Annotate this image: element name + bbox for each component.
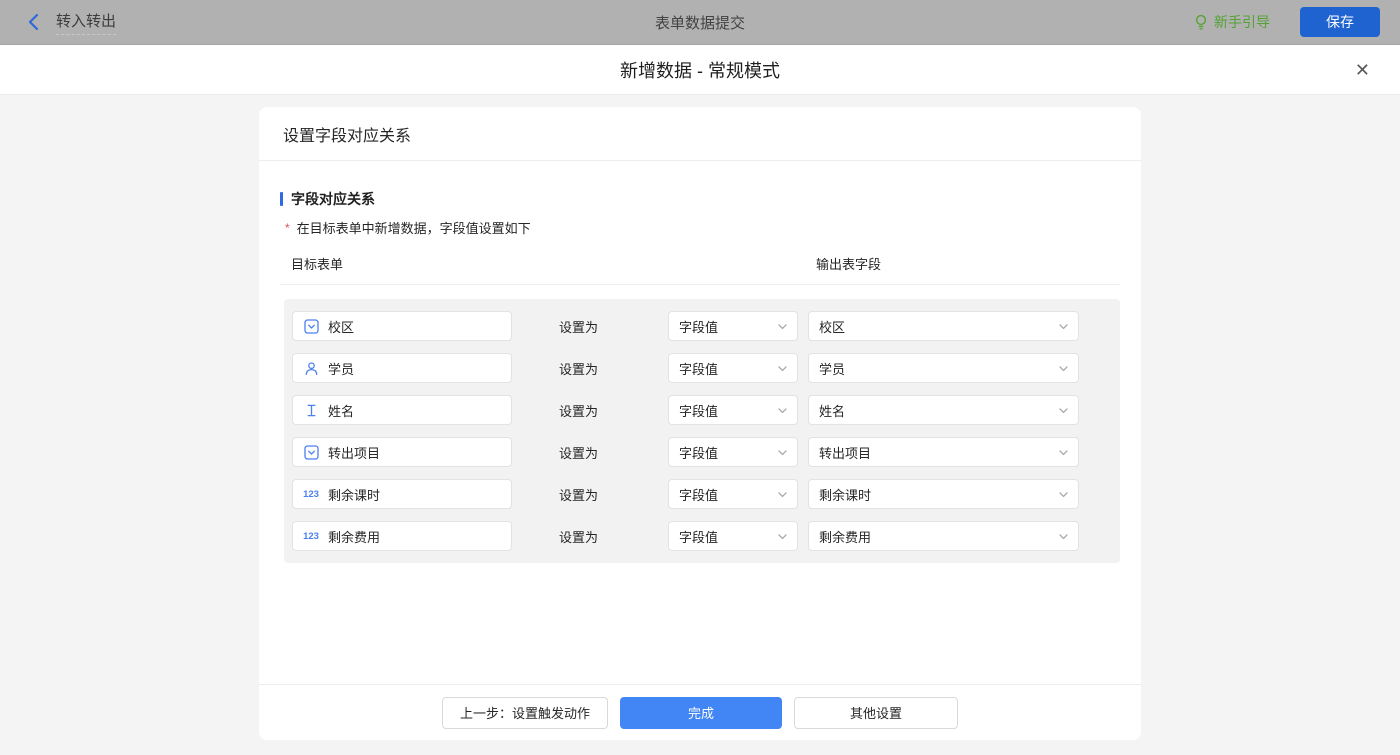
value-type-selected: 字段值 <box>679 443 718 462</box>
output-field-select[interactable]: 校区 <box>808 311 1079 341</box>
mapping-row: 123 学员 设置为 字段值 学员 <box>292 347 1112 389</box>
value-type-select[interactable]: 字段值 <box>668 395 798 425</box>
page-title: 表单数据提交 <box>655 0 745 45</box>
chevron-down-icon <box>1058 321 1069 332</box>
set-as-label: 设置为 <box>559 317 598 336</box>
output-field-selected: 剩余课时 <box>819 485 871 504</box>
card-footer: 上一步：设置触发动作 完成 其他设置 <box>259 684 1141 740</box>
output-field-selected: 姓名 <box>819 401 845 420</box>
beginner-guide-label: 新手引导 <box>1214 12 1270 32</box>
target-field-input[interactable]: 123 姓名 <box>292 395 512 425</box>
output-field-select[interactable]: 转出项目 <box>808 437 1079 467</box>
target-field-input[interactable]: 123 剩余费用 <box>292 521 512 551</box>
chevron-down-icon <box>1058 405 1069 416</box>
output-field-selected: 学员 <box>819 359 845 378</box>
column-output-fields: 输出表字段 <box>816 254 881 273</box>
chevron-down-icon <box>777 447 788 458</box>
card-content: 字段对应关系 * 在目标表单中新增数据，字段值设置如下 目标表单 输出表字段 1… <box>259 161 1141 684</box>
back-chevron-icon <box>27 13 41 31</box>
output-field-select[interactable]: 学员 <box>808 353 1079 383</box>
output-field-selected: 校区 <box>819 317 845 336</box>
value-type-selected: 字段值 <box>679 527 718 546</box>
set-as-label: 设置为 <box>559 485 598 504</box>
modal-header: 新增数据 - 常规模式 ✕ <box>0 45 1400 95</box>
mapping-rows: 123 校区 设置为 字段值 校区 12 <box>284 299 1120 563</box>
select-field-icon <box>303 319 319 334</box>
value-type-select[interactable]: 字段值 <box>668 521 798 551</box>
number-field-icon: 123 <box>303 531 319 542</box>
target-field-input[interactable]: 123 剩余课时 <box>292 479 512 509</box>
output-field-selected: 转出项目 <box>819 443 871 462</box>
card-title: 设置字段对应关系 <box>259 107 1141 161</box>
value-type-select[interactable]: 字段值 <box>668 437 798 467</box>
target-field-label: 转出项目 <box>328 443 380 462</box>
section-accent-bar <box>280 192 283 206</box>
done-button[interactable]: 完成 <box>620 697 782 729</box>
mapping-row: 123 校区 设置为 字段值 校区 <box>292 305 1112 347</box>
value-type-select[interactable]: 字段值 <box>668 311 798 341</box>
text-field-icon <box>303 403 319 418</box>
modal-title: 新增数据 - 常规模式 <box>620 57 780 83</box>
output-field-select[interactable]: 剩余费用 <box>808 521 1079 551</box>
target-field-label: 姓名 <box>328 401 354 420</box>
set-as-label: 设置为 <box>559 359 598 378</box>
chevron-down-icon <box>777 405 788 416</box>
chevron-down-icon <box>1058 363 1069 374</box>
value-type-selected: 字段值 <box>679 401 718 420</box>
save-button[interactable]: 保存 <box>1300 7 1380 37</box>
output-field-select[interactable]: 剩余课时 <box>808 479 1079 509</box>
chevron-down-icon <box>1058 531 1069 542</box>
chevron-down-icon <box>777 531 788 542</box>
set-as-label: 设置为 <box>559 401 598 420</box>
other-settings-button[interactable]: 其他设置 <box>794 697 958 729</box>
number-field-icon: 123 <box>303 489 319 500</box>
select-field-icon <box>303 445 319 460</box>
topbar: 转入转出 表单数据提交 新手引导 保存 <box>0 0 1400 45</box>
section-title-label: 字段对应关系 <box>291 189 375 209</box>
beginner-guide-link[interactable]: 新手引导 <box>1194 12 1270 32</box>
value-type-select[interactable]: 字段值 <box>668 353 798 383</box>
target-field-label: 校区 <box>328 317 354 336</box>
lightbulb-icon <box>1194 14 1208 31</box>
output-field-select[interactable]: 姓名 <box>808 395 1079 425</box>
back-button[interactable] <box>27 13 41 31</box>
prev-step-button[interactable]: 上一步：设置触发动作 <box>442 697 608 729</box>
mapping-note-text: 在目标表单中新增数据，字段值设置如下 <box>297 218 531 237</box>
target-field-input[interactable]: 123 转出项目 <box>292 437 512 467</box>
target-field-label: 学员 <box>328 359 354 378</box>
chevron-down-icon <box>777 489 788 500</box>
set-as-label: 设置为 <box>559 443 598 462</box>
output-field-selected: 剩余费用 <box>819 527 871 546</box>
mapping-row: 123 姓名 设置为 字段值 姓名 <box>292 389 1112 431</box>
set-as-label: 设置为 <box>559 527 598 546</box>
member-field-icon <box>303 361 319 376</box>
mapping-row: 123 转出项目 设置为 字段值 转出项目 <box>292 431 1112 473</box>
page-body: 设置字段对应关系 字段对应关系 * 在目标表单中新增数据，字段值设置如下 目标表… <box>0 95 1400 755</box>
field-mapping-card: 设置字段对应关系 字段对应关系 * 在目标表单中新增数据，字段值设置如下 目标表… <box>259 107 1141 740</box>
column-headers: 目标表单 输出表字段 <box>280 254 1120 285</box>
value-type-select[interactable]: 字段值 <box>668 479 798 509</box>
chevron-down-icon <box>777 363 788 374</box>
required-asterisk: * <box>285 221 290 235</box>
mapping-row: 123 剩余课时 设置为 字段值 剩余课时 <box>292 473 1112 515</box>
mapping-note: * 在目标表单中新增数据，字段值设置如下 <box>280 218 1120 237</box>
target-field-input[interactable]: 123 校区 <box>292 311 512 341</box>
value-type-selected: 字段值 <box>679 485 718 504</box>
section-title: 字段对应关系 <box>280 189 1120 209</box>
mapping-row: 123 剩余费用 设置为 字段值 剩余费用 <box>292 515 1112 557</box>
chevron-down-icon <box>1058 447 1069 458</box>
column-target-form: 目标表单 <box>291 257 343 272</box>
value-type-selected: 字段值 <box>679 317 718 336</box>
value-type-selected: 字段值 <box>679 359 718 378</box>
close-icon[interactable]: ✕ <box>1355 61 1370 79</box>
target-field-label: 剩余费用 <box>328 527 380 546</box>
chevron-down-icon <box>1058 489 1069 500</box>
target-field-input[interactable]: 123 学员 <box>292 353 512 383</box>
chevron-down-icon <box>777 321 788 332</box>
target-field-label: 剩余课时 <box>328 485 380 504</box>
flow-title[interactable]: 转入转出 <box>56 10 116 35</box>
